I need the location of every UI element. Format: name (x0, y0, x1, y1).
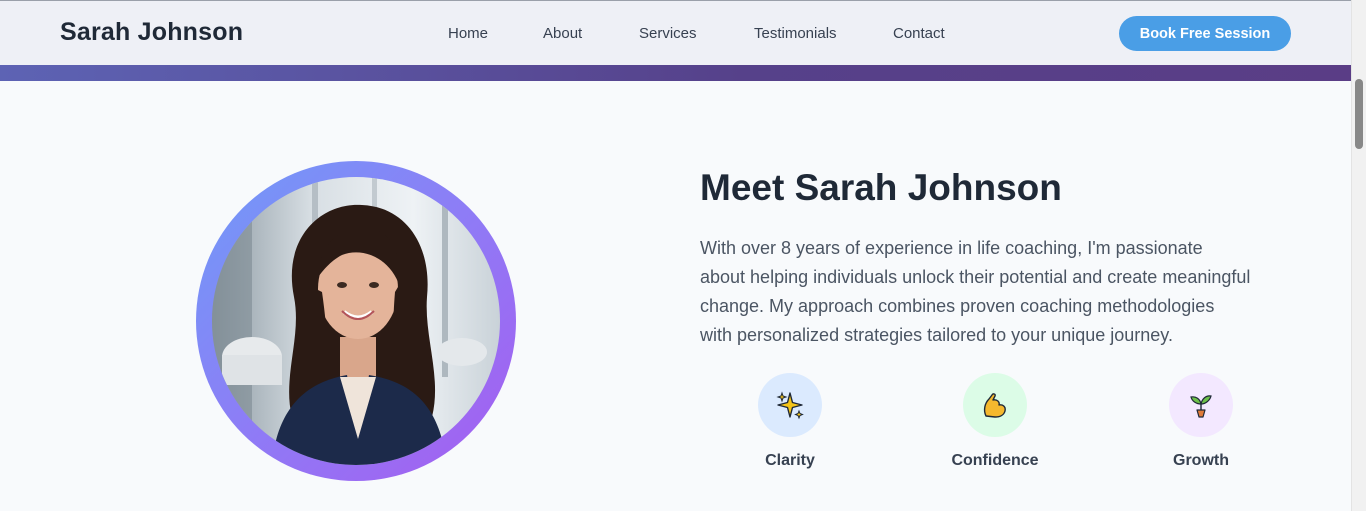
about-bio: With over 8 years of experience in life … (700, 234, 1310, 350)
bio-line: about helping individuals unlock their p… (700, 267, 1251, 287)
portrait-photo (212, 177, 500, 465)
sparkles-icon (758, 373, 822, 437)
seedling-icon (1169, 373, 1233, 437)
page-scrollbar[interactable] (1351, 0, 1366, 511)
nav-link-about[interactable]: About (543, 25, 582, 42)
nav-link-contact[interactable]: Contact (893, 25, 945, 42)
navbar: Sarah Johnson Home About Services Testim… (0, 0, 1351, 65)
book-free-session-button[interactable]: Book Free Session (1119, 16, 1291, 51)
feature-label: Growth (1173, 452, 1229, 469)
portrait-frame (196, 161, 516, 481)
bio-line: with personalized strategies tailored to… (700, 325, 1173, 345)
about-heading: Meet Sarah Johnson (700, 167, 1062, 208)
bio-line: change. My approach combines proven coac… (700, 296, 1215, 316)
nav-link-services[interactable]: Services (639, 25, 697, 42)
feature-label: Confidence (951, 452, 1039, 469)
bio-line: With over 8 years of experience in life … (700, 238, 1203, 258)
nav-link-testimonials[interactable]: Testimonials (754, 25, 837, 42)
feature-label: Clarity (765, 452, 815, 469)
hero-gradient-strip (0, 65, 1351, 81)
scrollbar-thumb[interactable] (1355, 79, 1363, 149)
flexed-bicep-icon (963, 373, 1027, 437)
nav-link-home[interactable]: Home (448, 25, 488, 42)
